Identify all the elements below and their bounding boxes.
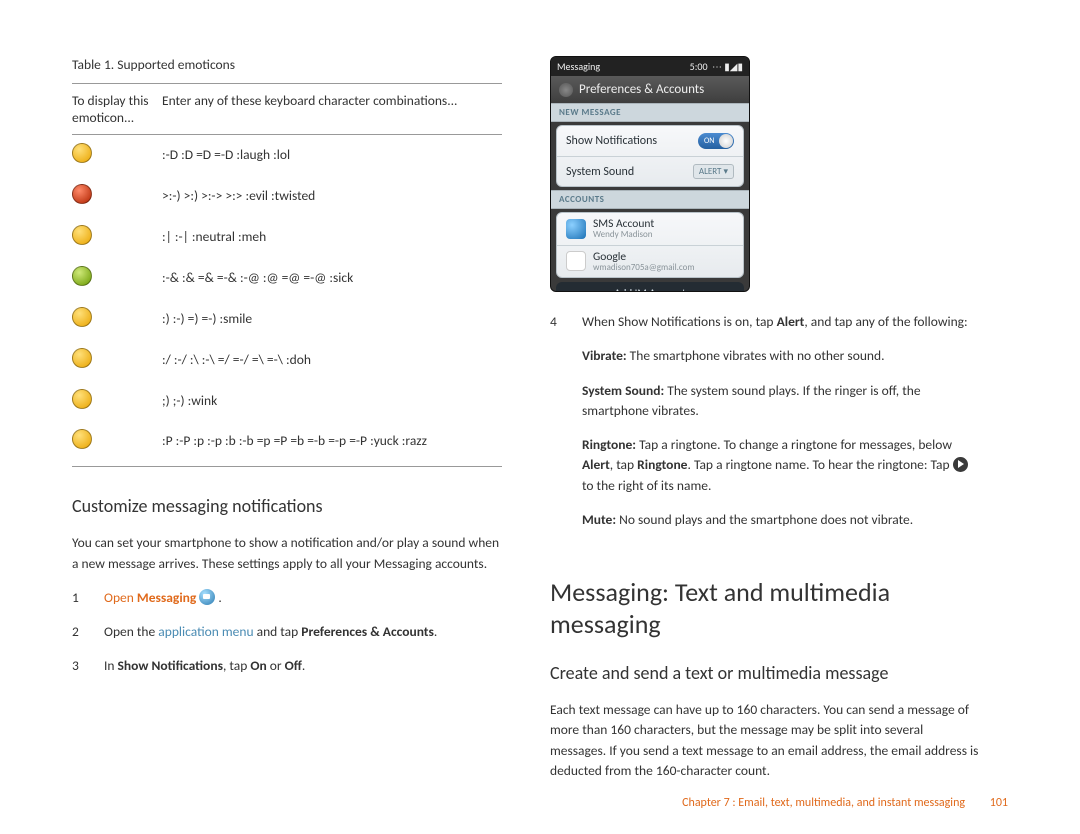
phone-account-sms[interactable]: SMS AccountWendy Madison <box>557 213 743 245</box>
open-link: Open Messaging <box>104 589 218 606</box>
phone-prefs-header: Preferences & Accounts <box>551 76 749 103</box>
phone-account-google[interactable]: Googlewmadison705a@gmail.com <box>557 245 743 278</box>
step-4: 4 When Show Notifications is on, tap Ale… <box>550 312 980 544</box>
phone-section-accounts: ACCOUNTS <box>551 190 749 209</box>
alert-dropdown[interactable]: ALERT ▾ <box>693 164 734 179</box>
step-text: Open Messaging . <box>104 588 222 608</box>
heading-create-send: Create and send a text or multimedia mes… <box>550 662 980 684</box>
page-footer: Chapter 7 : Email, text, multimedia, and… <box>682 796 1008 810</box>
sms-icon <box>566 219 586 239</box>
table-row: >:-) >:) >:-> >:> :evil :twisted <box>72 176 502 217</box>
emoticon-table: To display this emoticon... Enter any of… <box>72 83 502 467</box>
footer-page-number: 101 <box>990 796 1008 810</box>
play-icon <box>953 457 968 472</box>
step-text: Open the application menu and tap Prefer… <box>104 622 437 642</box>
emoticon-combos: :| :-| :neutral :meh <box>162 217 502 258</box>
emoticon-combos: :-& :& =& =-& :-@ :@ =@ =-@ :sick <box>162 258 502 299</box>
step-number: 2 <box>72 622 82 642</box>
table-row: :) :-) =) =-) :smile <box>72 299 502 340</box>
phone-card-new-message: Show Notifications ON System Sound ALERT… <box>556 125 744 187</box>
toggle-on[interactable]: ON <box>698 133 734 149</box>
phone-section-new-message: NEW MESSAGE <box>551 103 749 122</box>
left-column: Table 1. Supported emoticons To display … <box>72 56 502 795</box>
footer-chapter: Chapter 7 : Email, text, multimedia, and… <box>682 796 965 810</box>
intro-paragraph: You can set your smartphone to show a no… <box>72 533 502 574</box>
step-3: 3 In Show Notifications, tap On or Off. <box>72 656 502 676</box>
step-1: 1 Open Messaging . <box>72 588 502 608</box>
emoticon-icon <box>72 429 92 449</box>
th-combos: Enter any of these keyboard character co… <box>162 84 502 135</box>
create-send-paragraph: Each text message can have up to 160 cha… <box>550 700 980 781</box>
table-row: :P :-P :p :-p :b :-b =p =P =b =-b =-p =-… <box>72 421 502 466</box>
emoticon-icon <box>72 307 92 327</box>
emoticon-icon <box>72 348 92 368</box>
step-4-content: When Show Notifications is on, tap Alert… <box>582 312 980 544</box>
step-number: 4 <box>550 312 560 544</box>
step-text: In Show Notifications, tap On or Off. <box>104 656 305 676</box>
heading-messaging: Messaging: Text and multimedia messaging <box>550 576 980 640</box>
section-heading-customize: Customize messaging notifications <box>72 495 502 517</box>
phone-row-system-sound[interactable]: System Sound ALERT ▾ <box>557 156 743 186</box>
emoticon-combos: :P :-P :p :-p :b :-b =p =P =b =-b =-p =-… <box>162 421 502 466</box>
emoticon-icon <box>72 143 92 163</box>
emoticon-combos: :-D :D =D =-D :laugh :lol <box>162 135 502 176</box>
emoticon-combos: :) :-) =) =-) :smile <box>162 299 502 340</box>
table-row: :| :-| :neutral :meh <box>72 217 502 258</box>
phone-status-bar: Messaging 5:00 ⋯ ▮◢▮ <box>551 57 749 76</box>
table-row: :-D :D =D =-D :laugh :lol <box>72 135 502 176</box>
th-emoticon: To display this emoticon... <box>72 84 162 135</box>
gear-icon <box>559 83 573 97</box>
phone-screenshot: Messaging 5:00 ⋯ ▮◢▮ Preferences & Accou… <box>550 56 750 292</box>
messaging-icon <box>199 589 215 605</box>
emoticon-combos: >:-) >:) >:-> >:> :evil :twisted <box>162 176 502 217</box>
step-number: 1 <box>72 588 82 608</box>
phone-row-show-notifications[interactable]: Show Notifications ON <box>557 126 743 156</box>
table-row: ;) ;-) :wink <box>72 381 502 422</box>
emoticon-icon <box>72 266 92 286</box>
google-icon <box>566 251 586 271</box>
right-column: Messaging 5:00 ⋯ ▮◢▮ Preferences & Accou… <box>550 56 980 795</box>
table-row: :/ :-/ :\ :-\ =/ =-/ =\ =-\ :doh <box>72 340 502 381</box>
phone-add-im-account[interactable]: Add IM Account <box>556 282 744 292</box>
step-number: 3 <box>72 656 82 676</box>
emoticon-icon <box>72 225 92 245</box>
steps-list: 1 Open Messaging . 2 Open the applicatio… <box>72 588 502 677</box>
application-menu-link[interactable]: application menu <box>158 623 253 640</box>
step-2: 2 Open the application menu and tap Pref… <box>72 622 502 642</box>
phone-card-accounts: SMS AccountWendy Madison Googlewmadison7… <box>556 212 744 278</box>
emoticon-combos: ;) ;-) :wink <box>162 381 502 422</box>
emoticon-combos: :/ :-/ :\ :-\ =/ =-/ =\ =-\ :doh <box>162 340 502 381</box>
table-row: :-& :& =& =-& :-@ :@ =@ =-@ :sick <box>72 258 502 299</box>
table-caption: Table 1. Supported emoticons <box>72 56 502 73</box>
steps-continued: 4 When Show Notifications is on, tap Ale… <box>550 312 980 544</box>
emoticon-icon <box>72 389 92 409</box>
emoticon-icon <box>72 184 92 204</box>
